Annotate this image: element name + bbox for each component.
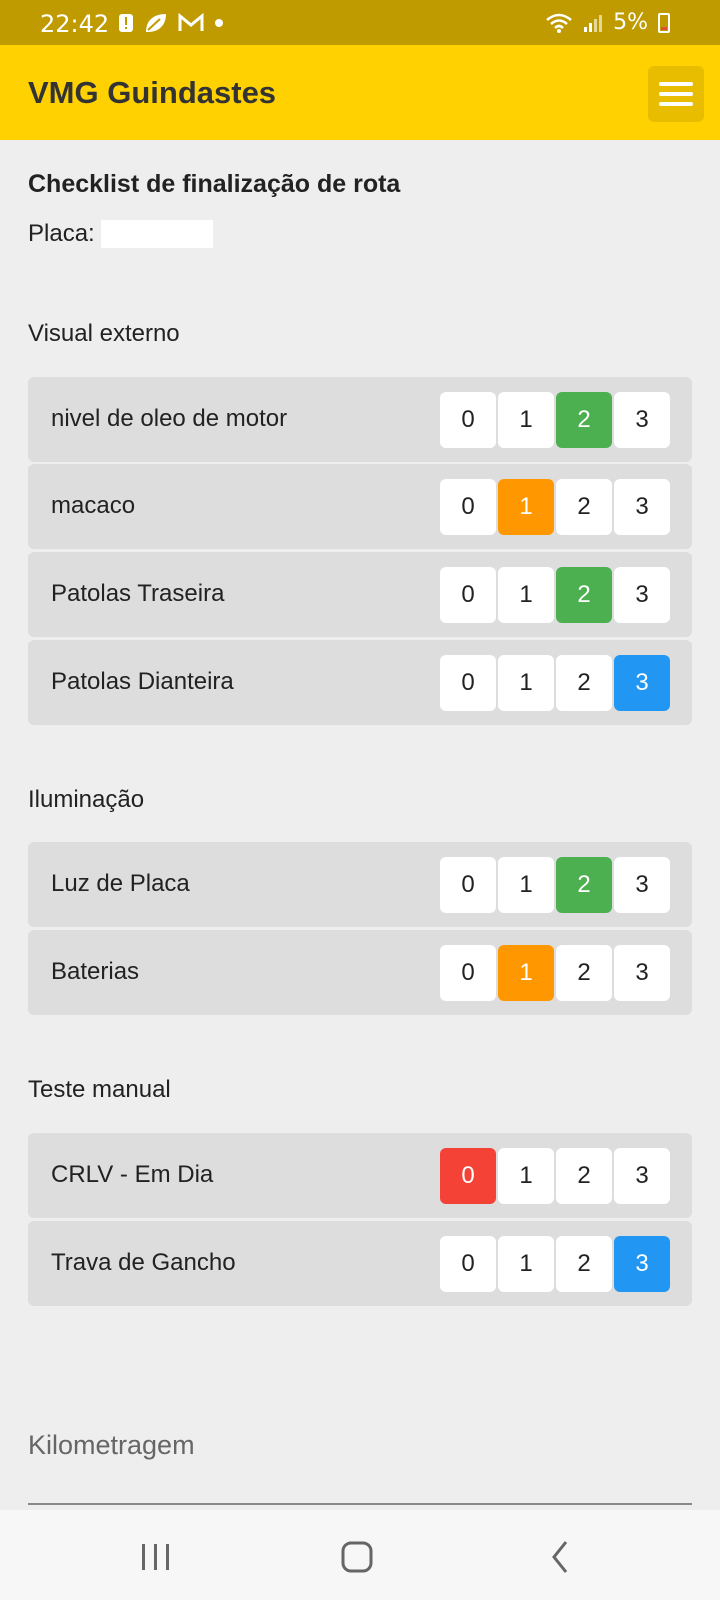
gmail-icon <box>178 13 204 33</box>
rating-options: 0 1 2 3 <box>440 655 670 711</box>
rating-option-0[interactable]: 0 <box>440 567 496 623</box>
checklist-item: Baterias 0 1 2 3 <box>28 930 692 1015</box>
rating-options: 0 1 2 3 <box>440 1148 670 1204</box>
checklist-item: Patolas Traseira 0 1 2 3 <box>28 552 692 637</box>
checklist-item: CRLV - Em Dia 0 1 2 3 <box>28 1133 692 1218</box>
status-bar: 22:42 5% <box>0 0 720 45</box>
section-title-iluminacao: Iluminação <box>28 786 145 813</box>
alert-icon <box>118 13 134 33</box>
checklist-item: macaco 0 1 2 3 <box>28 464 692 549</box>
rating-option-2[interactable]: 2 <box>556 1148 612 1204</box>
checklist-item-label: macaco <box>51 492 136 519</box>
home-icon <box>341 1541 373 1573</box>
rating-option-2[interactable]: 2 <box>556 1236 612 1292</box>
checklist-item-label: Baterias <box>51 958 140 985</box>
signal-icon <box>583 13 603 33</box>
rating-option-0[interactable]: 0 <box>440 479 496 535</box>
home-button[interactable] <box>328 1532 388 1582</box>
rating-option-2-selected[interactable]: 2 <box>556 857 612 913</box>
rating-option-0[interactable]: 0 <box>440 857 496 913</box>
rating-option-0[interactable]: 0 <box>440 655 496 711</box>
rating-option-3[interactable]: 3 <box>614 1148 670 1204</box>
back-icon <box>552 1541 568 1573</box>
rating-option-1[interactable]: 1 <box>498 655 554 711</box>
rating-options: 0 1 2 3 <box>440 567 670 623</box>
checklist-item: Patolas Dianteira 0 1 2 3 <box>28 640 692 725</box>
checklist-item-label: nivel de oleo de motor <box>51 405 288 432</box>
leaf-icon <box>144 12 168 34</box>
rating-option-0-selected[interactable]: 0 <box>440 1148 496 1204</box>
rating-option-0[interactable]: 0 <box>440 1236 496 1292</box>
system-nav-bar <box>0 1510 720 1600</box>
rating-option-2[interactable]: 2 <box>556 945 612 1001</box>
rating-options: 0 1 2 3 <box>440 945 670 1001</box>
kilometragem-input[interactable]: Kilometragem <box>28 1430 195 1461</box>
placa-label: Placa: <box>28 220 95 247</box>
rating-option-3-selected[interactable]: 3 <box>614 1236 670 1292</box>
rating-option-1[interactable]: 1 <box>498 1236 554 1292</box>
app-bar: VMG Guindastes <box>0 45 720 140</box>
checklist-item: Luz de Placa 0 1 2 3 <box>28 842 692 927</box>
recent-apps-button[interactable] <box>126 1532 186 1582</box>
wifi-icon <box>545 12 573 34</box>
rating-option-3[interactable]: 3 <box>614 479 670 535</box>
checklist-item: Trava de Gancho 0 1 2 3 <box>28 1221 692 1306</box>
rating-options: 0 1 2 3 <box>440 1236 670 1292</box>
rating-option-1[interactable]: 1 <box>498 567 554 623</box>
rating-option-2-selected[interactable]: 2 <box>556 567 612 623</box>
battery-icon <box>658 12 670 33</box>
rating-option-2[interactable]: 2 <box>556 655 612 711</box>
rating-option-1[interactable]: 1 <box>498 857 554 913</box>
hamburger-menu-icon <box>659 82 693 86</box>
rating-option-2[interactable]: 2 <box>556 479 612 535</box>
rating-option-0[interactable]: 0 <box>440 945 496 1001</box>
rating-option-0[interactable]: 0 <box>440 392 496 448</box>
rating-option-3-selected[interactable]: 3 <box>614 655 670 711</box>
app-title: VMG Guindastes <box>28 75 277 110</box>
checklist-item: nivel de oleo de motor 0 1 2 3 <box>28 377 692 462</box>
rating-option-3[interactable]: 3 <box>614 567 670 623</box>
rating-option-3[interactable]: 3 <box>614 392 670 448</box>
rating-options: 0 1 2 3 <box>440 857 670 913</box>
recent-apps-icon <box>142 1544 169 1570</box>
dot-icon <box>214 18 224 28</box>
checklist-item-label: Patolas Traseira <box>51 580 225 607</box>
checklist-item-label: Patolas Dianteira <box>51 668 234 695</box>
rating-option-1-selected[interactable]: 1 <box>498 479 554 535</box>
rating-option-1[interactable]: 1 <box>498 1148 554 1204</box>
rating-option-3[interactable]: 3 <box>614 945 670 1001</box>
section-title-teste-manual: Teste manual <box>28 1076 171 1103</box>
kilometragem-underline <box>28 1503 692 1505</box>
page-title: Checklist de finalização de rota <box>28 170 401 198</box>
checklist-item-label: CRLV - Em Dia <box>51 1161 214 1188</box>
rating-option-2-selected[interactable]: 2 <box>556 392 612 448</box>
rating-option-3[interactable]: 3 <box>614 857 670 913</box>
status-time: 22:42 <box>40 10 110 38</box>
placa-input[interactable] <box>100 220 213 248</box>
section-title-visual-externo: Visual externo <box>28 320 180 347</box>
placa-row: Placa: <box>28 220 213 248</box>
rating-options: 0 1 2 3 <box>440 392 670 448</box>
battery-percent: 5% <box>613 10 648 35</box>
hamburger-menu-button[interactable] <box>648 66 704 122</box>
rating-option-1[interactable]: 1 <box>498 392 554 448</box>
rating-option-1-selected[interactable]: 1 <box>498 945 554 1001</box>
rating-options: 0 1 2 3 <box>440 479 670 535</box>
checklist-item-label: Trava de Gancho <box>51 1249 236 1276</box>
checklist-item-label: Luz de Placa <box>51 870 190 897</box>
back-button[interactable] <box>530 1532 590 1582</box>
